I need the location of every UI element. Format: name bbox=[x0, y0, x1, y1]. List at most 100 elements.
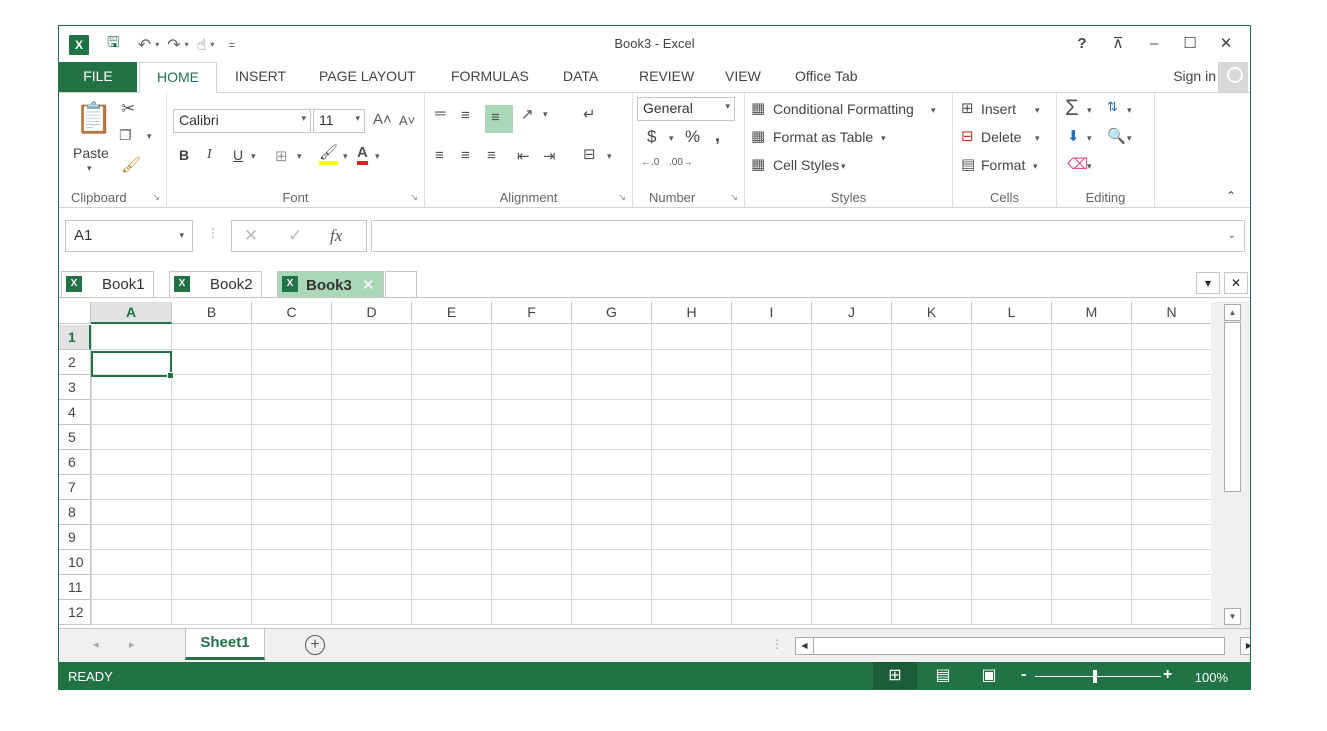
tab-file[interactable]: FILE bbox=[59, 62, 137, 92]
conditional-formatting-button[interactable]: Conditional Formatting bbox=[773, 101, 914, 117]
orientation-dropdown-icon[interactable]: ▾ bbox=[543, 109, 548, 120]
fill-color-icon[interactable]: 🖌 bbox=[319, 145, 339, 165]
row-header[interactable]: 1 bbox=[59, 325, 91, 350]
column-header[interactable]: D bbox=[332, 302, 412, 324]
hscroll-grip-icon[interactable]: ⋮ bbox=[771, 637, 783, 651]
column-header[interactable]: N bbox=[1132, 302, 1212, 324]
enter-icon[interactable]: ✓ bbox=[288, 226, 302, 246]
tab-page-layout[interactable]: PAGE LAYOUT bbox=[307, 62, 428, 92]
format-as-table-button[interactable]: Format as Table bbox=[773, 129, 873, 145]
fill-dropdown-icon[interactable]: ▾ bbox=[1087, 133, 1092, 144]
insert-dropdown-icon[interactable]: ▾ bbox=[1035, 105, 1040, 116]
zoom-slider[interactable]: - + bbox=[1021, 666, 1207, 686]
find-dropdown-icon[interactable]: ▾ bbox=[1127, 133, 1132, 144]
sheet-tab-sheet1[interactable]: Sheet1 bbox=[185, 629, 265, 660]
row-header[interactable]: 4 bbox=[59, 400, 91, 425]
insert-function-icon[interactable]: fx bbox=[330, 226, 342, 246]
increase-indent-icon[interactable]: ⇥ bbox=[543, 147, 556, 165]
row-header[interactable]: 3 bbox=[59, 375, 91, 400]
clear-dropdown-icon[interactable]: ▾ bbox=[1087, 161, 1092, 172]
maximize-icon[interactable]: ☐ bbox=[1172, 32, 1208, 54]
paste-button[interactable]: Paste bbox=[73, 145, 109, 161]
conditional-formatting-icon[interactable]: ▦ bbox=[751, 99, 765, 117]
copy-dropdown-icon[interactable]: ▾ bbox=[147, 131, 152, 142]
wrap-text-icon[interactable]: ↵ bbox=[583, 105, 596, 123]
vertical-scrollbar[interactable]: ▲ ▼ bbox=[1211, 302, 1250, 628]
minimize-icon[interactable]: – bbox=[1136, 32, 1172, 54]
delete-cells-icon[interactable]: ⊟ bbox=[961, 127, 974, 145]
font-launcher-icon[interactable]: ↘ bbox=[410, 192, 418, 203]
align-center-icon[interactable]: ≡ bbox=[461, 147, 470, 164]
formula-input[interactable]: ⌄ bbox=[371, 220, 1245, 252]
tab-view[interactable]: VIEW bbox=[713, 62, 773, 92]
font-name-select[interactable]: Calibri ▾ bbox=[173, 109, 311, 133]
prev-sheet-icon[interactable]: ◂ bbox=[93, 638, 99, 651]
zoom-level[interactable]: 100% bbox=[1195, 670, 1228, 685]
help-icon[interactable]: ? bbox=[1064, 32, 1100, 54]
row-header[interactable]: 11 bbox=[59, 575, 91, 600]
column-header[interactable]: H bbox=[652, 302, 732, 324]
copy-icon[interactable]: ❐ bbox=[119, 127, 132, 144]
conditional-dropdown-icon[interactable]: ▾ bbox=[931, 105, 936, 116]
percent-button[interactable]: % bbox=[685, 127, 700, 147]
row-header[interactable]: 2 bbox=[59, 350, 91, 375]
row-header[interactable]: 8 bbox=[59, 500, 91, 525]
increase-decimal-icon[interactable]: ←.0 bbox=[641, 157, 659, 168]
format-cells-dropdown-icon[interactable]: ▾ bbox=[1033, 161, 1038, 172]
font-color-dropdown-icon[interactable]: ▾ bbox=[375, 151, 380, 162]
paste-dropdown-icon[interactable]: ▾ bbox=[87, 163, 92, 174]
horizontal-scrollbar[interactable]: ◀ ▶ bbox=[795, 637, 1250, 655]
cell-styles-button[interactable]: Cell Styles bbox=[773, 157, 839, 173]
borders-dropdown-icon[interactable]: ▾ bbox=[297, 151, 302, 162]
name-box[interactable]: A1 ▾ bbox=[65, 220, 193, 252]
sort-filter-dropdown-icon[interactable]: ▾ bbox=[1127, 105, 1132, 116]
scroll-left-icon[interactable]: ◀ bbox=[796, 638, 814, 654]
align-left-icon[interactable]: ≡ bbox=[435, 147, 444, 164]
column-header[interactable]: C bbox=[252, 302, 332, 324]
tab-office-tab[interactable]: Office Tab bbox=[783, 62, 870, 92]
alignment-launcher-icon[interactable]: ↘ bbox=[618, 192, 626, 203]
row-header[interactable]: 9 bbox=[59, 525, 91, 550]
format-painter-icon[interactable]: 🖌 bbox=[121, 155, 141, 175]
zoom-track[interactable] bbox=[1035, 676, 1161, 677]
column-header[interactable]: E bbox=[412, 302, 492, 324]
insert-cells-button[interactable]: Insert bbox=[981, 101, 1016, 117]
fill-color-dropdown-icon[interactable]: ▾ bbox=[343, 151, 348, 162]
cancel-icon[interactable]: ✕ bbox=[244, 226, 258, 246]
top-align-icon[interactable]: ═ bbox=[435, 105, 446, 122]
column-header[interactable]: I bbox=[732, 302, 812, 324]
row-header[interactable]: 7 bbox=[59, 475, 91, 500]
cut-icon[interactable]: ✂ bbox=[121, 99, 135, 119]
borders-icon[interactable]: ⊞ bbox=[275, 147, 288, 165]
middle-align-icon[interactable]: ≡ bbox=[461, 107, 470, 124]
column-header[interactable]: F bbox=[492, 302, 572, 324]
align-right-icon[interactable]: ≡ bbox=[487, 147, 496, 164]
tab-list-dropdown-icon[interactable]: ▾ bbox=[1196, 272, 1220, 294]
page-break-view-icon[interactable]: ▣ bbox=[967, 662, 1011, 689]
bottom-align-icon[interactable]: ≡ bbox=[491, 109, 500, 126]
delete-dropdown-icon[interactable]: ▾ bbox=[1035, 133, 1040, 144]
shrink-font-icon[interactable]: A˅ bbox=[399, 113, 415, 128]
cell-area[interactable] bbox=[91, 325, 1211, 625]
column-header[interactable]: K bbox=[892, 302, 972, 324]
decrease-indent-icon[interactable]: ⇤ bbox=[517, 147, 530, 165]
doc-tab-book2[interactable]: X Book2 bbox=[169, 271, 262, 297]
new-doc-tab[interactable] bbox=[385, 271, 417, 297]
close-tab-icon[interactable]: ✕ bbox=[362, 277, 375, 294]
tab-formulas[interactable]: FORMULAS bbox=[439, 62, 541, 92]
grow-font-icon[interactable]: A˄ bbox=[373, 111, 392, 128]
cell-styles-dropdown-icon[interactable]: ▾ bbox=[841, 161, 846, 172]
decrease-decimal-icon[interactable]: .00→ bbox=[669, 157, 693, 168]
scroll-right-icon[interactable]: ▶ bbox=[1240, 637, 1250, 655]
number-format-select[interactable]: General ▾ bbox=[637, 97, 735, 121]
underline-button[interactable]: U bbox=[233, 147, 243, 163]
sort-filter-icon[interactable]: ⇅ bbox=[1107, 99, 1118, 115]
delete-cells-button[interactable]: Delete bbox=[981, 129, 1021, 145]
tab-insert[interactable]: INSERT bbox=[223, 62, 298, 92]
font-size-select[interactable]: 11 ▾ bbox=[313, 109, 365, 133]
font-color-icon[interactable]: A bbox=[357, 145, 368, 165]
doc-tab-book1[interactable]: X Book1 bbox=[61, 271, 154, 297]
row-header[interactable]: 5 bbox=[59, 425, 91, 450]
column-header[interactable]: L bbox=[972, 302, 1052, 324]
currency-button[interactable]: $ bbox=[647, 127, 656, 147]
